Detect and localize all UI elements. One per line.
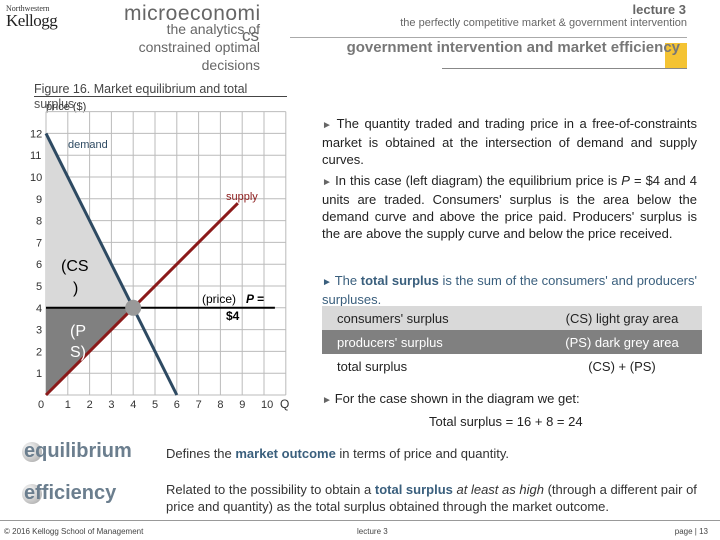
demand-label: demand	[68, 139, 108, 151]
section-underline	[442, 68, 687, 69]
term-equilibrium: equilibrium	[22, 440, 132, 462]
x-tick-label: 1	[65, 399, 71, 411]
x-tick-label: 0	[38, 399, 44, 411]
page-number: page | 13	[674, 527, 708, 536]
table-row: total surplus (CS) + (PS)	[337, 358, 656, 374]
surplus-table: consumers' surplus (CS) light gray area p…	[322, 306, 702, 378]
bullet-icon: ►	[322, 277, 335, 288]
y-tick-label: 3	[36, 325, 42, 337]
price-annotation: (price)	[202, 292, 236, 306]
bullet-icon: ►	[322, 120, 337, 131]
x-tick-label: 4	[130, 399, 136, 411]
y-tick-label: 8	[36, 216, 42, 228]
x-tick-label: 7	[196, 399, 202, 411]
equilibrium-point	[125, 299, 142, 316]
footer-lecture: lecture 3	[357, 527, 388, 536]
term-efficiency: efficiency	[22, 482, 117, 504]
cs-label: (CS	[61, 258, 89, 275]
y-tick-label: 1	[36, 368, 42, 380]
x-tick-label: 6	[174, 399, 180, 411]
footer-divider	[0, 520, 720, 521]
bullet-icon: ►	[322, 177, 336, 188]
x-tick-label: 10	[261, 399, 273, 411]
lecture-number: lecture 3	[632, 2, 686, 17]
y-tick-label: 12	[30, 128, 42, 140]
y-tick-label: 7	[36, 237, 42, 249]
equilibrium-chart: 0 1 2 3 4 5 6 7 8 9 10123456789101112 demand suppl…	[30, 111, 289, 411]
y-tick-label: 10	[30, 172, 42, 184]
supply-label: supply	[226, 191, 258, 203]
x-tick-label: 8	[217, 399, 223, 411]
x-tick-label: 5	[152, 399, 158, 411]
paragraph-2: ► In this case (left diagram) the equili…	[322, 173, 697, 241]
ps-label-cont: S)	[70, 344, 86, 361]
y-tick-label: 4	[36, 303, 42, 315]
y-tick-label: 6	[36, 259, 42, 271]
ps-label: (P	[70, 323, 86, 340]
x-axis-label: Q	[280, 397, 289, 411]
y-tick-label: 9	[36, 194, 42, 206]
lecture-subtitle: the perfectly competitive market & gover…	[400, 17, 687, 29]
price-annotation-value: $4	[226, 309, 240, 323]
y-tick-label: 5	[36, 281, 42, 293]
paragraph-3: ► The total surplus is the sum of the co…	[322, 273, 697, 307]
paragraph-1: ► The quantity traded and trading price …	[322, 116, 697, 167]
price-annotation-p: P =	[246, 292, 264, 306]
definition-equilibrium: Defines the market outcome in terms of p…	[166, 446, 509, 461]
y-tick-label: 2	[36, 346, 42, 358]
x-tick-label: 9	[239, 399, 245, 411]
copyright: © 2016 Kellogg School of Management	[4, 527, 144, 536]
x-tick-label: 3	[108, 399, 114, 411]
paragraph-4: ► For the case shown in the diagram we g…	[322, 391, 580, 406]
bullet-icon: ►	[322, 395, 335, 406]
total-surplus-result: Total surplus = 16 + 8 = 24	[429, 414, 583, 429]
table-row: producers' surplus (PS) dark grey area	[322, 330, 702, 354]
definition-efficiency: Related to the possibility to obtain a t…	[166, 482, 697, 514]
x-tick-label: 2	[87, 399, 93, 411]
cs-label-cont: )	[73, 280, 78, 297]
table-row: consumers' surplus (CS) light gray area	[322, 306, 702, 330]
section-title: government intervention and market effic…	[346, 39, 680, 56]
y-tick-label: 11	[30, 150, 41, 162]
